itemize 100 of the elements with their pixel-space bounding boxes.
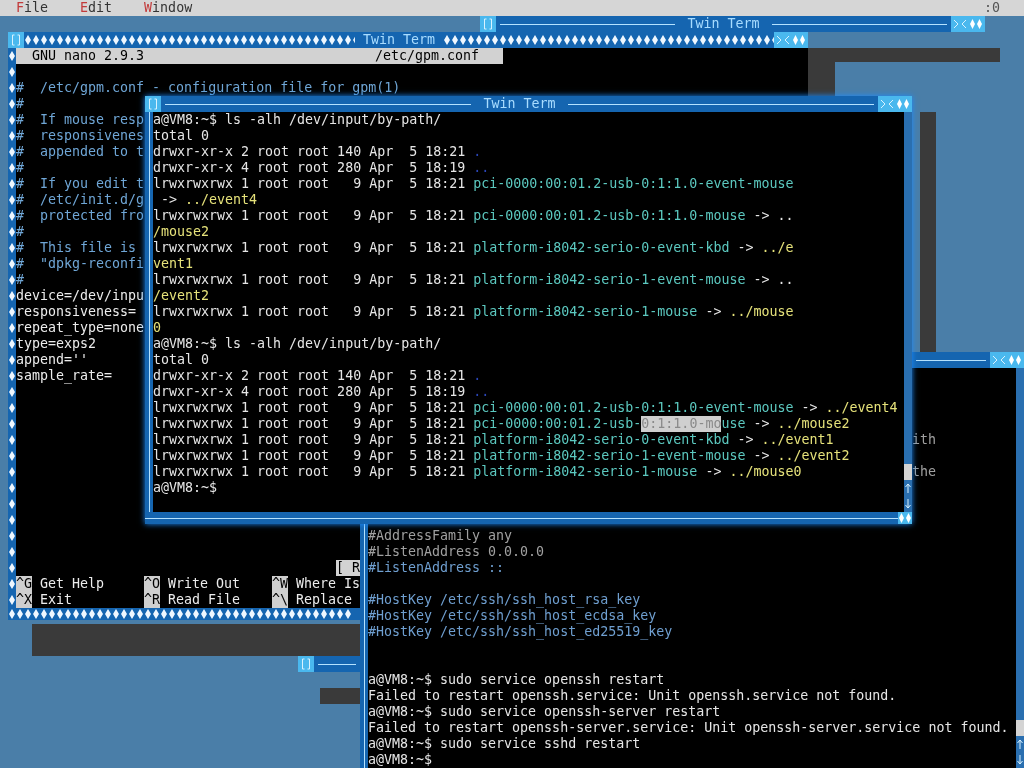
shortcut-label[interactable]: Where Is <box>288 576 361 592</box>
scroll-thumb[interactable] <box>1016 720 1024 736</box>
file-line: device=/dev/inpu <box>16 288 145 304</box>
terminal-text: lrwxrwxrwx 1 root root 9 Apr 5 18:21 <box>153 448 467 464</box>
close-icon <box>301 658 311 670</box>
title-bar[interactable]: Twin Term <box>480 16 985 32</box>
terminal-line: #HostKey /etc/ssh/ssh_host_ecdsa_key <box>368 608 657 624</box>
diamonds-icon[interactable] <box>896 98 910 110</box>
terminal-line: #HostKey /etc/ssh/ssh_host_rsa_key <box>368 592 641 608</box>
directory-name: .. <box>473 160 490 176</box>
scrollbar[interactable] <box>1016 368 1024 768</box>
shortcut-key: ^\ <box>272 592 288 608</box>
title-bar[interactable]: Twin Term <box>145 96 912 112</box>
shortcut-key: ^W <box>272 576 288 592</box>
symlink-name: platform-i8042-serio-0-event-kbd <box>473 240 730 256</box>
shortcut-key: ^G <box>16 576 32 592</box>
editor-version: GNU nano 2.9.3 <box>32 48 145 64</box>
display-label: :0 <box>984 0 1000 16</box>
symlink-name: platform-i8042-serio-1-event-mouse <box>473 272 746 288</box>
link-target: ../event4 <box>825 400 898 416</box>
link-target: 0 <box>153 320 161 336</box>
title-bar[interactable]: Twin Term <box>8 32 808 48</box>
terminal-text: a@VM8:~$ <box>153 480 218 496</box>
terminal-text: -> <box>704 304 723 320</box>
terminal-text: lrwxrwxrwx 1 root root 9 Apr 5 18:21 <box>153 240 467 256</box>
terminal-text: -> <box>752 448 771 464</box>
terminal-text: -> <box>704 464 723 480</box>
link-target: /mouse2 <box>153 224 210 240</box>
diamonds-icon[interactable] <box>898 512 912 524</box>
file-line: # If mouse resp <box>16 112 145 128</box>
symlink-name: use <box>721 416 746 432</box>
shortcut-label[interactable]: Read File <box>160 592 241 608</box>
link-target: vent1 <box>153 256 194 272</box>
diamonds-icon[interactable] <box>969 18 983 30</box>
terminal-text: lrwxrwxrwx 1 root root 9 Apr 5 18:21 <box>153 464 467 480</box>
symlink-name: platform-i8042-serio-1-event-mouse <box>473 448 746 464</box>
link-target: ../mouse2 <box>777 416 850 432</box>
close-button[interactable] <box>298 656 314 672</box>
shortcut-key: ^R <box>144 592 160 608</box>
link-target: ../event4 <box>185 192 258 208</box>
symlink-name: pci-0000:00:01.2-usb-0:1:1.0-mouse <box>473 208 746 224</box>
terminal-text: -> .. <box>752 208 794 224</box>
window-title: Twin Term <box>686 16 761 32</box>
directory-name: .. <box>473 384 490 400</box>
link-target: ../mouse0 <box>729 464 802 480</box>
title-bar[interactable] <box>298 656 360 672</box>
symlink-name: platform-i8042-serio-0-event-kbd <box>473 432 730 448</box>
terminal-text: lrwxrwxrwx 1 root root 9 Apr 5 18:21 <box>153 416 467 432</box>
link-target: ../event2 <box>777 448 850 464</box>
terminal-text: -> .. <box>752 272 794 288</box>
terminal-line: #ListenAddress :: <box>368 560 505 576</box>
terminal-text: a@VM8:~$ ls -alh /dev/input/by-path/ <box>153 112 442 128</box>
file-line: responsiveness= <box>16 304 137 320</box>
file-line: # responsivenes <box>16 128 145 144</box>
shortcut-label[interactable]: Exit <box>32 592 73 608</box>
scroll-thumb[interactable] <box>904 464 912 480</box>
file-line: # <box>16 224 24 240</box>
file-line: # "dpkg-reconfi <box>16 256 145 272</box>
link-target: /event2 <box>153 288 210 304</box>
menu-item[interactable]: Edit <box>80 0 113 16</box>
terminal-text: -> <box>736 240 755 256</box>
terminal-line: a@VM8:~$ <box>368 752 433 768</box>
directory-name: . <box>473 368 482 384</box>
window-shadow <box>320 688 360 704</box>
file-line: repeat_type=none <box>16 320 145 336</box>
terminal-text: drwxr-xr-x 4 root root 280 Apr 5 18:19 <box>153 160 467 176</box>
scrollbar[interactable] <box>904 112 912 512</box>
file-line: sample_rate= <box>16 368 113 384</box>
menu-item[interactable]: Window <box>144 0 193 16</box>
menu-item[interactable]: File <box>16 0 49 16</box>
diamonds-icon[interactable] <box>1008 354 1022 366</box>
terminal-line: Failed to restart openssh.service: Unit openssh.service not found. <box>368 688 897 704</box>
file-line: # <box>16 160 24 176</box>
symlink-name: pci-0000:00:01.2-usb- <box>473 416 642 432</box>
shortcut-label[interactable]: Write Out <box>160 576 241 592</box>
file-line: # appended to t <box>16 144 145 160</box>
terminal-text: lrwxrwxrwx 1 root root 9 Apr 5 18:21 <box>153 400 467 416</box>
directory-name: . <box>473 144 482 160</box>
terminal-text: -> <box>752 416 771 432</box>
close-button[interactable] <box>480 16 496 32</box>
terminal-text: -> <box>800 400 819 416</box>
selected-text: 0:1:1.0-mo <box>641 416 722 432</box>
file-line: # /etc/gpm.conf - configuration file for gpm(1) <box>16 80 401 96</box>
link-target: ../e <box>761 240 794 256</box>
terminal-text: lrwxrwxrwx 1 root root 9 Apr 5 18:21 <box>153 176 467 192</box>
symlink-name: pci-0000:00:01.2-usb-0:1:1.0-event-mouse <box>473 176 794 192</box>
file-line: # protected fro <box>16 208 145 224</box>
chevrons-icon[interactable] <box>992 354 1006 366</box>
chevrons-icon[interactable] <box>953 18 967 30</box>
status-message: [ R <box>336 560 361 576</box>
diamonds-icon[interactable] <box>792 34 806 46</box>
terminal-text: lrwxrwxrwx 1 root root 9 Apr 5 18:21 <box>153 208 467 224</box>
close-button[interactable] <box>145 96 161 112</box>
terminal-text: -> <box>160 192 179 208</box>
chevrons-icon[interactable] <box>880 98 894 110</box>
chevrons-icon[interactable] <box>776 34 790 46</box>
shortcut-label[interactable]: Replace <box>288 592 353 608</box>
shortcut-label[interactable]: Get Help <box>32 576 105 592</box>
close-button[interactable] <box>8 32 24 48</box>
terminal-line: ith <box>912 432 937 448</box>
